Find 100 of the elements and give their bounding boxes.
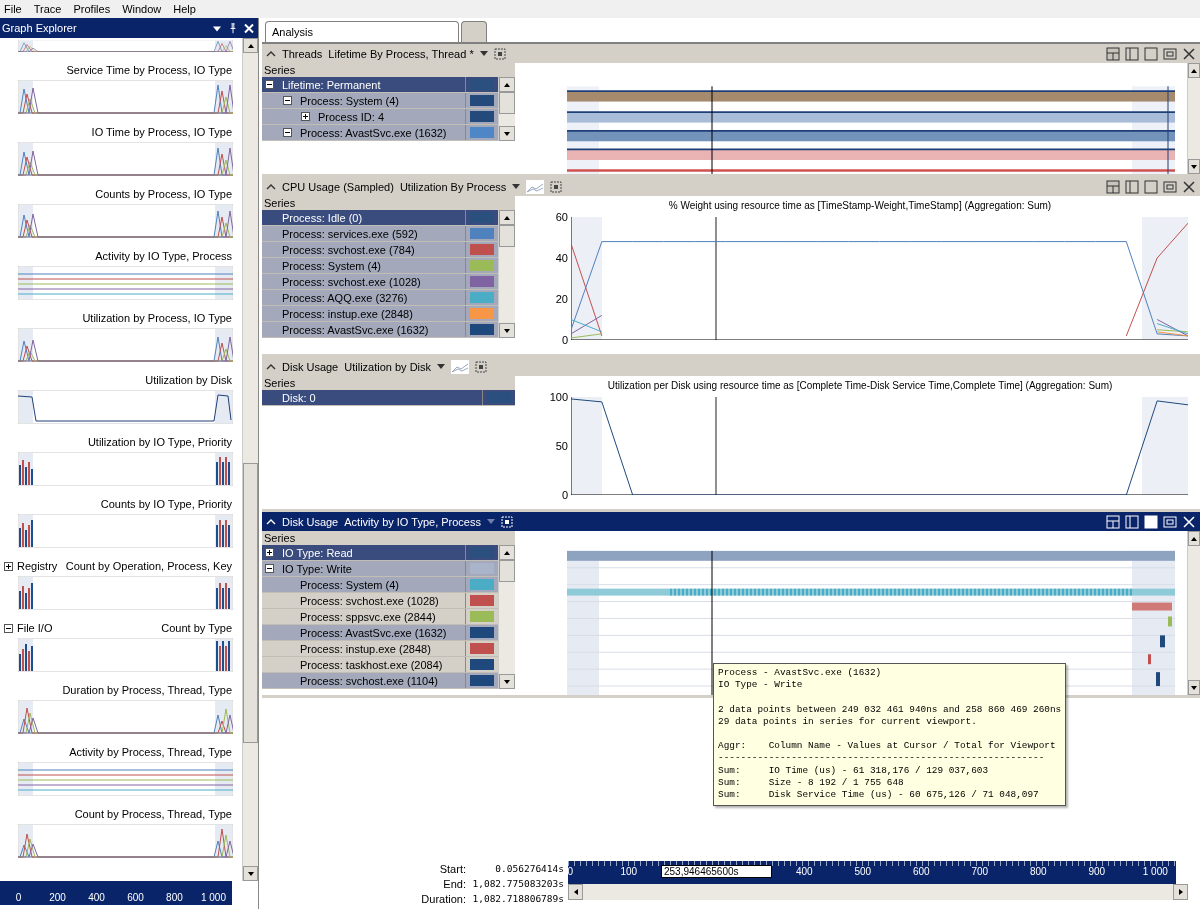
- series-row[interactable]: Process: AQQ.exe (3276): [262, 290, 498, 306]
- scroll-up-button[interactable]: [499, 77, 515, 92]
- collapse-icon[interactable]: [266, 49, 276, 58]
- close-icon[interactable]: [1182, 46, 1196, 61]
- graph-title[interactable]: Service Time by Process, IO Type: [66, 64, 232, 76]
- caret-icon[interactable]: [437, 364, 446, 369]
- group-label[interactable]: File I/O: [17, 622, 53, 634]
- scroll-thumb[interactable]: [499, 92, 515, 114]
- graph-thumbnail[interactable]: [18, 824, 233, 858]
- series-row[interactable]: IO Type: Read: [262, 545, 498, 561]
- caret-icon[interactable]: [487, 519, 495, 524]
- expander-icon[interactable]: [265, 548, 274, 557]
- scroll-thumb[interactable]: [243, 463, 258, 743]
- preset-dropdown[interactable]: Activity by IO Type, Process: [344, 515, 481, 528]
- graph-thumbnail[interactable]: [18, 266, 233, 300]
- lifetime-bar[interactable]: [566, 90, 1176, 102]
- series-row[interactable]: IO Type: Write: [262, 561, 498, 577]
- scrollbar[interactable]: [568, 884, 1188, 900]
- menu-item[interactable]: Help: [173, 3, 196, 15]
- collapse-icon[interactable]: [266, 362, 276, 371]
- zoom-to-fit-icon[interactable]: [475, 360, 488, 373]
- pin-icon[interactable]: [228, 22, 238, 34]
- caret-icon[interactable]: [512, 184, 521, 189]
- graph-title[interactable]: Utilization by Process, IO Type: [82, 312, 232, 324]
- series-row[interactable]: Process: System (4): [262, 258, 498, 274]
- scrollbar[interactable]: [242, 38, 258, 881]
- menu-item[interactable]: Trace: [33, 3, 62, 15]
- series-row[interactable]: Process: instup.exe (2848): [262, 641, 498, 657]
- graph-thumbnail[interactable]: [18, 142, 233, 176]
- preset-dropdown[interactable]: Utilization by Disk: [344, 360, 432, 373]
- menu-item[interactable]: Window: [122, 3, 162, 15]
- graph-title[interactable]: Activity by Process, Thread, Type: [69, 746, 232, 758]
- graph-title[interactable]: Activity by IO Type, Process: [95, 250, 232, 262]
- scrollbar[interactable]: [498, 545, 515, 689]
- graph-title[interactable]: Utilization by Disk: [145, 374, 232, 386]
- scroll-up-button[interactable]: [499, 210, 515, 225]
- expander-icon[interactable]: [265, 564, 274, 573]
- activity-mark[interactable]: [1156, 672, 1160, 687]
- scroll-left-button[interactable]: [568, 884, 583, 900]
- series-row[interactable]: Process: AvastSvc.exe (1632): [262, 125, 498, 141]
- scroll-down-button[interactable]: [1188, 159, 1200, 174]
- group-label[interactable]: Registry: [17, 560, 58, 572]
- graph-title[interactable]: Utilization by IO Type, Priority: [87, 436, 232, 448]
- graph-thumbnail[interactable]: [18, 514, 233, 548]
- graph-thumbnail[interactable]: [18, 328, 233, 362]
- tab[interactable]: [461, 21, 487, 42]
- scroll-down-button[interactable]: [499, 126, 515, 141]
- graph-thumbnail[interactable]: [18, 40, 233, 52]
- split-view-icon[interactable]: [1125, 179, 1139, 194]
- series-row[interactable]: Process: svchost.exe (784): [262, 242, 498, 258]
- series-row[interactable]: Process: services.exe (592): [262, 226, 498, 242]
- scrollbar[interactable]: [498, 210, 515, 338]
- scroll-up-button[interactable]: [1188, 531, 1200, 546]
- series-row[interactable]: Process: System (4): [262, 93, 498, 109]
- series-row[interactable]: Process: taskhost.exe (2084): [262, 657, 498, 673]
- scroll-up-button[interactable]: [499, 545, 515, 560]
- scroll-up-button[interactable]: [243, 38, 258, 53]
- scroll-thumb[interactable]: [499, 225, 515, 247]
- scroll-down-button[interactable]: [499, 323, 515, 338]
- scroll-up-button[interactable]: [1188, 63, 1200, 78]
- graph-title[interactable]: Counts by Process, IO Type: [95, 188, 232, 200]
- graph-title[interactable]: Counts by IO Type, Priority: [100, 498, 232, 510]
- preset-dropdown[interactable]: Utilization By Process: [399, 180, 507, 193]
- series-row[interactable]: Disk: 0: [262, 390, 515, 406]
- graph-thumbnail[interactable]: [18, 700, 233, 734]
- series-row[interactable]: Process ID: 4: [262, 109, 498, 125]
- series-row[interactable]: Process: Idle (0): [262, 210, 498, 226]
- expander-icon[interactable]: [4, 623, 13, 633]
- series-row[interactable]: Process: System (4): [262, 577, 498, 593]
- scrollbar[interactable]: [1187, 63, 1200, 174]
- graph-title[interactable]: Duration by Process, Thread, Type: [62, 684, 232, 696]
- series-row[interactable]: Process: AvastSvc.exe (1632): [262, 625, 498, 641]
- expander-icon[interactable]: [301, 112, 310, 121]
- scrollbar[interactable]: [498, 77, 515, 141]
- scroll-down-button[interactable]: [243, 866, 258, 881]
- series-row[interactable]: Process: svchost.exe (1104): [262, 673, 498, 689]
- graph-title[interactable]: Count by Type: [161, 622, 232, 634]
- collapse-icon[interactable]: [266, 182, 276, 191]
- lifetime-bar[interactable]: [566, 129, 1176, 142]
- menu-item[interactable]: Profiles: [73, 3, 111, 15]
- expander-icon[interactable]: [265, 80, 274, 89]
- time-axis[interactable]: 0 100 253,946465600s 400 500 600 700 800 900 1 000: [568, 861, 1176, 884]
- restore-icon[interactable]: [1163, 514, 1177, 529]
- scroll-down-button[interactable]: [1188, 680, 1200, 695]
- preset-dropdown[interactable]: Lifetime By Process, Thread *: [328, 47, 474, 60]
- activity-mark[interactable]: [1148, 654, 1151, 665]
- tab[interactable]: Analysis: [265, 21, 459, 42]
- close-icon[interactable]: [1182, 179, 1196, 194]
- series-row[interactable]: Process: instup.exe (2848): [262, 306, 498, 322]
- split-view-icon[interactable]: [1125, 46, 1139, 61]
- restore-icon[interactable]: [1163, 179, 1177, 194]
- scroll-right-button[interactable]: [1173, 884, 1188, 900]
- layout-icon[interactable]: [1106, 179, 1120, 194]
- graph-thumbnail[interactable]: [18, 452, 233, 486]
- expander-icon[interactable]: [283, 96, 292, 105]
- graph-thumbnail[interactable]: [18, 576, 233, 610]
- graph-title[interactable]: Count by Process, Thread, Type: [74, 808, 232, 820]
- series-row[interactable]: Process: svchost.exe (1028): [262, 593, 498, 609]
- activity-mark[interactable]: [1160, 635, 1165, 648]
- graph-thumbnail[interactable]: [18, 638, 233, 672]
